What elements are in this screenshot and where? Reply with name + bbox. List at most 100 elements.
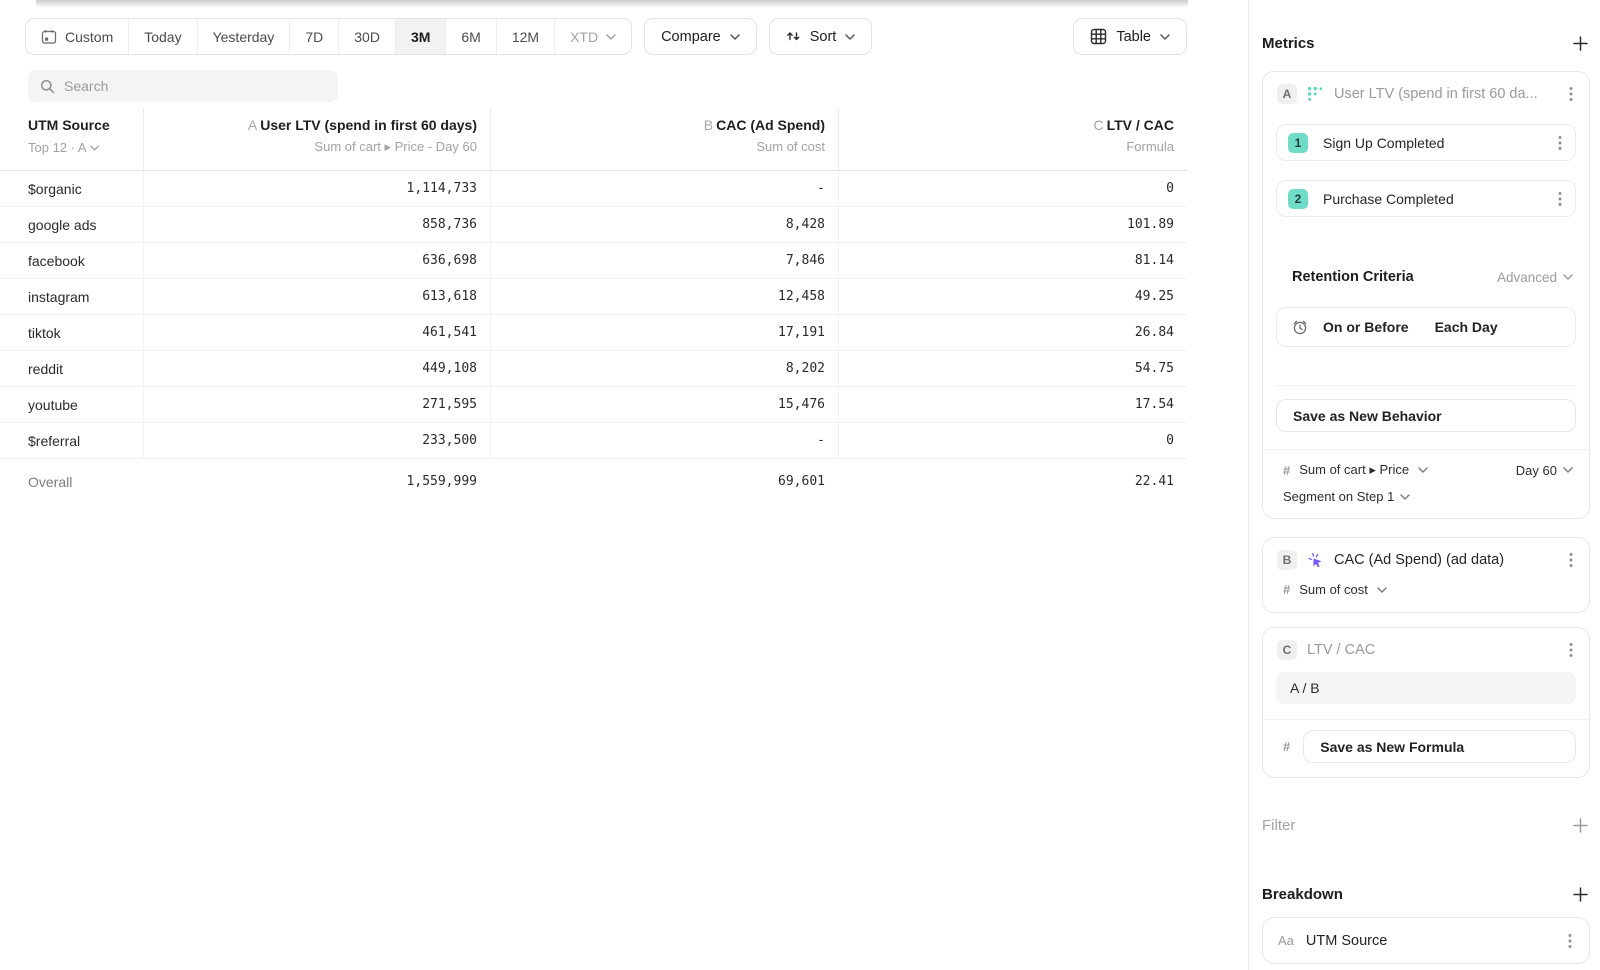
add-filter-button[interactable] [1571, 816, 1590, 835]
top-n-dropdown[interactable]: Top 12 · A [28, 139, 130, 156]
table-row[interactable]: instagram 613,618 12,458 49.25 [0, 279, 1187, 315]
date-range-3m-selected[interactable]: 3M [396, 19, 446, 54]
metric-c-column-header[interactable]: CLTV / CAC Formula [838, 108, 1187, 170]
sort-arrows-icon [786, 30, 801, 44]
funnel-step-2[interactable]: 2 Purchase Completed [1276, 180, 1576, 217]
date-range-group: Custom Today Yesterday 7D 30D 3M 6M 12M … [25, 18, 632, 55]
cell-value: 461,541 [143, 315, 490, 350]
step-number-badge: 1 [1288, 133, 1308, 153]
metric-a-aggregation-section: # Sum of cart ▸ Price Day 60 Segment on … [1263, 449, 1589, 518]
metric-a-column-header[interactable]: AUser LTV (spend in first 60 days) Sum o… [143, 108, 490, 170]
date-range-30d[interactable]: 30D [339, 19, 396, 54]
date-range-6m[interactable]: 6M [446, 19, 496, 54]
kebab-menu-icon[interactable] [1567, 550, 1575, 570]
table-row[interactable]: google ads 858,736 8,428 101.89 [0, 207, 1187, 243]
behavior-funnel-icon [1307, 86, 1324, 102]
breakdown-utm-source-card[interactable]: Aa UTM Source [1262, 917, 1590, 964]
table-row[interactable]: youtube 271,595 15,476 17.54 [0, 387, 1187, 423]
results-table: UTM Source Top 12 · A AUser LTV (spend i… [0, 108, 1187, 505]
aggregation-dropdown[interactable]: # Sum of cart ▸ Price [1283, 462, 1516, 478]
funnel-step-1[interactable]: 1 Sign Up Completed [1276, 124, 1576, 161]
metric-a-header[interactable]: A User LTV (spend in first 60 da... [1263, 72, 1589, 116]
cell-value: 54.75 [838, 351, 1187, 386]
metric-c-badge: C [1277, 640, 1297, 660]
metric-b-header[interactable]: B CAC (Ad Spend) (ad data) [1263, 538, 1589, 582]
compare-button[interactable]: Compare [644, 18, 757, 55]
kebab-menu-icon[interactable] [1567, 640, 1575, 660]
metrics-section-header: Metrics [1262, 34, 1590, 53]
search-icon [40, 79, 55, 94]
table-row[interactable]: $organic 1,114,733 - 0 [0, 171, 1187, 207]
row-label: $referral [0, 433, 143, 449]
date-range-label: Custom [65, 29, 113, 45]
add-metric-button[interactable] [1571, 34, 1590, 53]
metric-b-column-header[interactable]: BCAC (Ad Spend) Sum of cost [490, 108, 838, 170]
sort-button[interactable]: Sort [769, 18, 873, 55]
cell-value: 8,202 [490, 351, 838, 386]
kebab-menu-icon[interactable] [1556, 189, 1564, 209]
divider [1276, 385, 1576, 386]
overall-row: Overall 1,559,999 69,601 22.41 [0, 459, 1187, 505]
retention-condition-card[interactable]: On or Before Each Day [1276, 307, 1576, 347]
utm-source-column-header[interactable]: UTM Source Top 12 · A [0, 108, 143, 170]
overall-label: Overall [0, 474, 143, 490]
cell-value: 17,191 [490, 315, 838, 350]
chevron-down-icon [606, 34, 616, 40]
column-subtitle: Sum of cart ▸ Price - Day 60 [157, 139, 477, 155]
retention-period[interactable]: Each Day [1435, 319, 1498, 335]
cell-value: 12,458 [490, 279, 838, 314]
cell-value: 7,846 [490, 243, 838, 278]
save-as-new-formula-button[interactable]: Save as New Formula [1303, 730, 1576, 763]
chevron-down-icon [1160, 34, 1170, 40]
date-range-today[interactable]: Today [129, 19, 197, 54]
cell-value: 15,476 [490, 387, 838, 422]
kebab-menu-icon[interactable] [1566, 931, 1574, 951]
date-range-xtd[interactable]: XTD [555, 19, 631, 54]
chevron-down-icon [1400, 494, 1410, 500]
number-type-icon: # [1283, 463, 1290, 478]
metric-a-title: User LTV (spend in first 60 da... [1334, 86, 1557, 102]
metric-a-badge: A [1277, 84, 1297, 104]
retention-mode-dropdown[interactable]: Advanced [1497, 270, 1573, 285]
window-dropdown[interactable]: Day 60 [1516, 463, 1573, 478]
view-type-table-button[interactable]: Table [1073, 18, 1187, 55]
event-click-icon [1307, 552, 1324, 569]
table-row[interactable]: facebook 636,698 7,846 81.14 [0, 243, 1187, 279]
metric-b-aggregation-dropdown[interactable]: # Sum of cost [1263, 582, 1589, 612]
date-range-yesterday[interactable]: Yesterday [198, 19, 291, 54]
kebab-menu-icon[interactable] [1567, 84, 1575, 104]
date-range-12m[interactable]: 12M [497, 19, 555, 54]
row-label: $organic [0, 181, 143, 197]
retention-condition[interactable]: On or Before [1323, 319, 1409, 335]
cell-value: 26.84 [838, 315, 1187, 350]
save-as-new-behavior-button[interactable]: Save as New Behavior [1276, 399, 1576, 432]
add-breakdown-button[interactable] [1571, 885, 1590, 904]
alarm-clock-icon [1291, 318, 1309, 336]
step-event-name: Purchase Completed [1323, 191, 1541, 207]
step-number-badge: 2 [1288, 189, 1308, 209]
calendar-icon [41, 29, 57, 45]
metric-c-card: C LTV / CAC A / B # Save as New Formula [1262, 627, 1590, 778]
search-input[interactable] [64, 78, 326, 94]
number-type-icon: # [1283, 739, 1290, 754]
row-label: youtube [0, 397, 143, 413]
table-row[interactable]: tiktok 461,541 17,191 26.84 [0, 315, 1187, 351]
query-builder-panel: Metrics A User LTV (spend in first 60 da… [1249, 0, 1600, 970]
chevron-down-icon [90, 139, 99, 154]
date-range-custom[interactable]: Custom [26, 19, 129, 54]
cell-value: 49.25 [838, 279, 1187, 314]
overall-value: 69,601 [490, 459, 838, 505]
cell-value: 0 [838, 171, 1187, 206]
text-property-icon: Aa [1278, 933, 1294, 948]
breakdown-section-header: Breakdown [1262, 885, 1590, 904]
date-range-7d[interactable]: 7D [290, 19, 339, 54]
metric-c-header[interactable]: C LTV / CAC [1263, 628, 1589, 672]
overall-value: 22.41 [838, 459, 1187, 505]
metric-b-card: B CAC (Ad Spend) (ad data) # Sum of cost [1262, 537, 1590, 613]
segment-on-step-dropdown[interactable]: Segment on Step 1 [1283, 489, 1573, 504]
formula-input[interactable]: A / B [1276, 672, 1576, 704]
table-row[interactable]: reddit 449,108 8,202 54.75 [0, 351, 1187, 387]
cell-value: 858,736 [143, 207, 490, 242]
table-row[interactable]: $referral 233,500 - 0 [0, 423, 1187, 459]
kebab-menu-icon[interactable] [1556, 133, 1564, 153]
